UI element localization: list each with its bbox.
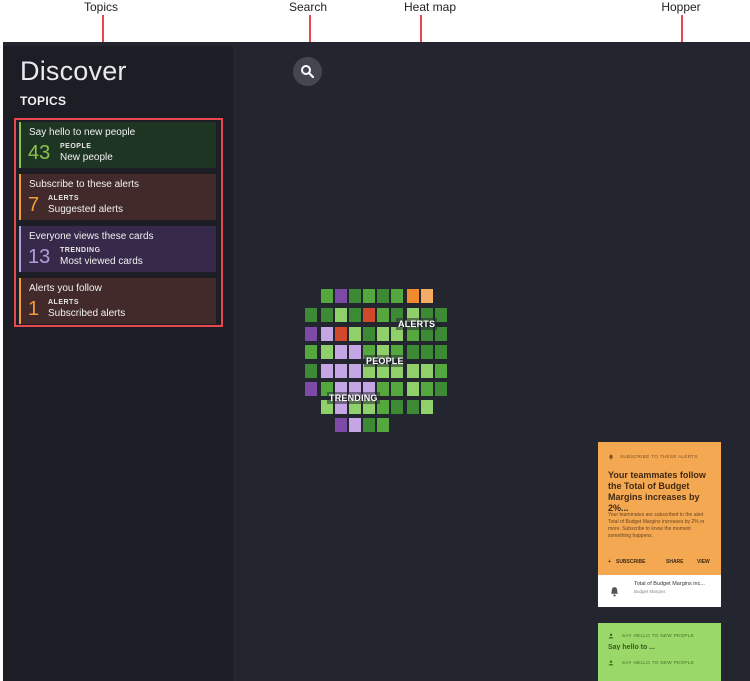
heatmap-label-alerts[interactable]: ALERTS	[396, 318, 438, 330]
heatmap-cell[interactable]	[407, 364, 419, 378]
heatmap-cell[interactable]	[407, 382, 419, 396]
bell-icon	[611, 587, 618, 597]
heatmap-cell[interactable]	[391, 289, 403, 303]
heatmap-callout-label: Heat map	[403, 0, 457, 14]
heatmap-cell[interactable]	[335, 289, 347, 303]
heatmap-cell[interactable]	[305, 382, 317, 396]
hopper-stack-card-2-header: SAY HELLO TO NEW PEOPLE	[622, 660, 695, 665]
topics-highlight-frame	[14, 118, 223, 327]
heatmap-cell[interactable]	[363, 289, 375, 303]
heatmap-cell[interactable]	[391, 400, 403, 414]
heatmap-cell[interactable]	[349, 418, 361, 432]
search-icon	[301, 65, 315, 79]
heatmap-cell[interactable]	[321, 308, 333, 322]
share-button[interactable]: SHARE	[666, 559, 684, 565]
heatmap-cell[interactable]	[363, 327, 375, 341]
person-icon	[608, 660, 614, 666]
heatmap-cell[interactable]	[321, 327, 333, 341]
view-button[interactable]: VIEW	[697, 559, 710, 565]
hopper-footer-title: Total of Budget Margins inc...	[634, 581, 705, 587]
heatmap-cell[interactable]	[321, 289, 333, 303]
heatmap-cell[interactable]	[435, 345, 447, 359]
heatmap-cell[interactable]	[421, 289, 433, 303]
page-title: Discover	[20, 56, 127, 86]
hopper-card-header: SUBSCRIBE TO THESE ALERTS	[620, 454, 698, 459]
heatmap-cell[interactable]	[321, 364, 333, 378]
topics-callout-label: Topics	[83, 0, 119, 14]
bell-icon	[609, 454, 613, 460]
heatmap-cell[interactable]	[305, 327, 317, 341]
heatmap-cell[interactable]	[377, 418, 389, 432]
subscribe-button[interactable]: SUBSCRIBE	[616, 559, 645, 565]
heatmap-cell[interactable]	[305, 364, 317, 378]
hopper-footer-subtitle: Budget Margins	[634, 589, 666, 594]
heatmap-cell[interactable]	[363, 308, 375, 322]
heatmap-cell[interactable]	[421, 400, 433, 414]
heatmap-cell[interactable]	[377, 289, 389, 303]
plus-icon: +	[608, 559, 611, 565]
heatmap-cell[interactable]	[391, 382, 403, 396]
heatmap-cell[interactable]	[335, 364, 347, 378]
heatmap-cell[interactable]	[305, 308, 317, 322]
heatmap-cell[interactable]	[377, 327, 389, 341]
heatmap-cell[interactable]	[407, 289, 419, 303]
hopper-stack-card-1[interactable]: SAY HELLO TO NEW PEOPLE Say hello to ...	[598, 623, 721, 653]
search-callout-label: Search	[288, 0, 328, 14]
heatmap-label-trending[interactable]: TRENDING	[327, 392, 380, 404]
heatmap-cell[interactable]	[407, 345, 419, 359]
heatmap-cell[interactable]	[349, 289, 361, 303]
heatmap-cell[interactable]	[349, 364, 361, 378]
hopper-card-body: Your teammates are subscribed to the ale…	[608, 512, 705, 539]
heatmap-cell[interactable]	[421, 382, 433, 396]
heatmap-cell[interactable]	[407, 400, 419, 414]
heatmap-cell[interactable]	[335, 327, 347, 341]
heatmap-cell[interactable]	[349, 345, 361, 359]
heatmap-cell[interactable]	[321, 345, 333, 359]
heatmap-cell[interactable]	[435, 382, 447, 396]
heatmap-cell[interactable]	[335, 308, 347, 322]
person-icon	[608, 633, 614, 639]
heatmap-cell[interactable]	[421, 364, 433, 378]
heatmap-cell[interactable]	[421, 345, 433, 359]
heatmap-cell[interactable]	[377, 308, 389, 322]
heatmap-cell[interactable]	[335, 418, 347, 432]
hopper-stack-card-2[interactable]: SAY HELLO TO NEW PEOPLE	[598, 650, 721, 681]
heatmap-cell[interactable]	[363, 418, 375, 432]
topics-heading: TOPICS	[20, 94, 67, 108]
hopper-card-title: Your teammates follow the Total of Budge…	[608, 470, 706, 513]
heatmap-cell[interactable]	[349, 308, 361, 322]
heatmap-cell[interactable]	[335, 345, 347, 359]
heatmap-label-people[interactable]: PEOPLE	[364, 355, 406, 367]
hopper-card-footer[interactable]: Total of Budget Margins inc... Budget Ma…	[598, 575, 721, 607]
heatmap-cell[interactable]	[435, 364, 447, 378]
hopper-stack-card-1-header: SAY HELLO TO NEW PEOPLE	[622, 633, 695, 638]
hopper-callout-label: Hopper	[661, 0, 701, 14]
hopper-card[interactable]: SUBSCRIBE TO THESE ALERTS Your teammates…	[598, 442, 721, 607]
heatmap-cell[interactable]	[305, 345, 317, 359]
search-button[interactable]	[293, 57, 322, 86]
heatmap-cell[interactable]	[349, 327, 361, 341]
